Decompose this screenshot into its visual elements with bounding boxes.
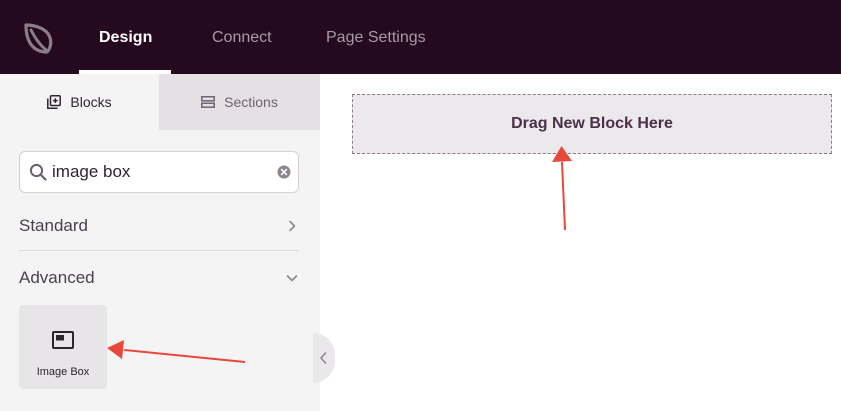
search-input[interactable] — [52, 158, 272, 186]
group-advanced[interactable]: Advanced — [19, 254, 299, 302]
arrow-to-dropzone — [552, 146, 572, 231]
image-box-icon — [52, 331, 74, 349]
block-image-box-label: Image Box — [36, 366, 90, 378]
sidebar: Blocks Sections Standard Advanced — [0, 74, 335, 411]
sections-icon — [201, 96, 216, 108]
group-standard[interactable]: Standard — [19, 202, 299, 250]
group-divider — [19, 250, 299, 251]
sidebar-collapse-handle[interactable] — [313, 333, 335, 383]
tab-blocks[interactable]: Blocks — [0, 74, 159, 130]
tab-design[interactable]: Design — [99, 0, 152, 74]
clear-search-icon[interactable] — [277, 165, 291, 179]
blocks-icon — [47, 95, 62, 109]
group-advanced-label: Advanced — [19, 268, 95, 287]
group-standard-label: Standard — [19, 216, 88, 235]
block-dropzone[interactable]: Drag New Block Here — [352, 94, 832, 154]
tab-sections[interactable]: Sections — [159, 74, 320, 130]
chevron-right-icon — [289, 220, 296, 232]
tab-sections-label: Sections — [224, 94, 278, 110]
tab-connect[interactable]: Connect — [212, 0, 272, 74]
seedprod-logo-icon[interactable] — [20, 19, 58, 57]
top-bar: Design Connect Page Settings — [0, 0, 841, 74]
block-search — [19, 151, 299, 193]
chevron-down-icon — [286, 275, 298, 282]
tab-page-settings[interactable]: Page Settings — [326, 0, 426, 74]
dropzone-label: Drag New Block Here — [511, 115, 673, 132]
search-icon — [29, 163, 47, 181]
chevron-left-icon — [320, 352, 327, 364]
tab-blocks-label: Blocks — [70, 94, 112, 110]
block-image-box[interactable]: Image Box — [19, 305, 107, 389]
